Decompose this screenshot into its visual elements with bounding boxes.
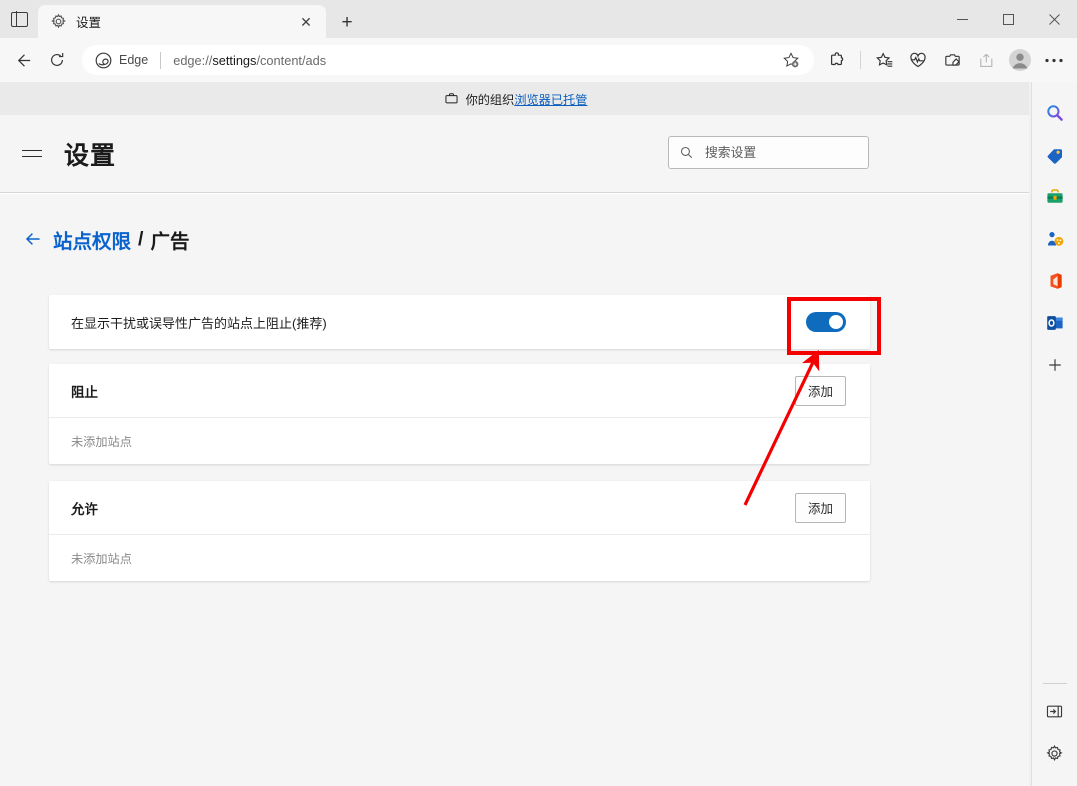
favorites-icon[interactable]: [867, 43, 901, 77]
toolbar-actions: [820, 43, 1071, 77]
expand-panel-icon[interactable]: [1035, 690, 1075, 732]
block-add-button[interactable]: 添加: [794, 375, 846, 406]
settings-content: 站点权限 / 广告 在显示干扰或误导性广告的站点上阻止(推荐) 阻止 添加 未添…: [0, 194, 1031, 786]
close-icon[interactable]: ✕: [294, 10, 318, 34]
org-notice-text: 你的组织: [465, 92, 515, 107]
discover-tag-icon[interactable]: [1035, 134, 1075, 176]
window-controls: [939, 0, 1077, 38]
breadcrumb-separator: /: [138, 227, 144, 250]
page-title: 设置: [64, 141, 117, 170]
allow-section-title: 允许: [71, 501, 98, 517]
settings-header: 设置: [0, 115, 1031, 193]
tab-strip: 设置 ✕ +: [0, 0, 1077, 38]
org-notice-link[interactable]: 浏览器已托管: [514, 90, 587, 108]
outlook-icon[interactable]: [1035, 302, 1075, 344]
browser-toolbar: Edge edge://settings/content/ads: [0, 38, 1077, 82]
ads-block-toggle[interactable]: [806, 312, 846, 332]
profile-avatar[interactable]: [1003, 43, 1037, 77]
share-icon: [969, 43, 1003, 77]
breadcrumb: 站点权限 / 广告: [18, 224, 189, 254]
search-icon[interactable]: [1035, 92, 1075, 134]
vertical-tabs-icon[interactable]: [0, 0, 38, 38]
block-section-title: 阻止: [71, 384, 98, 400]
close-icon[interactable]: [1031, 0, 1077, 38]
web-capture-icon[interactable]: [935, 43, 969, 77]
maximize-icon[interactable]: [985, 0, 1031, 38]
address-bar-url: edge://settings/content/ads: [173, 52, 327, 68]
search-input[interactable]: [705, 145, 858, 160]
org-managed-notice: 你的组织 浏览器已托管: [0, 82, 1031, 115]
collections-icon[interactable]: [901, 43, 935, 77]
address-bar[interactable]: Edge edge://settings/content/ads: [82, 45, 814, 75]
edge-logo-icon: [95, 52, 112, 69]
add-favorite-icon[interactable]: [778, 47, 804, 73]
ads-block-toggle-label: 在显示干扰或误导性广告的站点上阻止(推荐): [71, 315, 327, 331]
allow-add-button[interactable]: 添加: [794, 492, 846, 523]
ads-block-toggle-row[interactable]: 在显示干扰或误导性广告的站点上阻止(推荐): [49, 295, 870, 349]
briefcase-icon: [444, 91, 459, 106]
minimize-icon[interactable]: [939, 0, 985, 38]
allow-empty-row: 未添加站点: [49, 535, 870, 580]
refresh-icon[interactable]: [40, 43, 74, 77]
tab-title: 设置: [76, 16, 102, 30]
block-section-card: 阻止 添加 未添加站点: [49, 364, 870, 464]
tools-toolbox-icon[interactable]: [1035, 176, 1075, 218]
office-icon[interactable]: [1035, 260, 1075, 302]
allow-section-card: 允许 添加 未添加站点: [49, 481, 870, 581]
browser-window: 设置 ✕ + Edge edge://settings/content/ads …: [0, 0, 1077, 786]
browser-tab-settings[interactable]: 设置 ✕: [38, 5, 326, 38]
back-icon[interactable]: [6, 43, 40, 77]
breadcrumb-current: 广告: [150, 230, 190, 253]
allow-empty-text: 未添加站点: [71, 551, 132, 566]
breadcrumb-parent-link[interactable]: 站点权限: [53, 225, 131, 254]
search-icon: [679, 145, 694, 160]
allow-section-header: 允许 添加: [49, 481, 870, 535]
more-options-icon[interactable]: [1037, 43, 1071, 77]
extensions-icon[interactable]: [820, 43, 854, 77]
gear-icon: [50, 13, 67, 30]
block-empty-text: 未添加站点: [71, 434, 132, 449]
edge-sidebar: [1031, 82, 1077, 786]
search-settings-box[interactable]: [668, 136, 869, 169]
games-icon[interactable]: [1035, 218, 1075, 260]
block-empty-row: 未添加站点: [49, 418, 870, 463]
toolbar-divider: [860, 51, 861, 69]
gear-icon[interactable]: [1035, 732, 1075, 774]
new-tab-button[interactable]: +: [330, 8, 364, 38]
edge-label: Edge: [119, 53, 149, 67]
settings-menu-icon[interactable]: [22, 141, 48, 167]
back-arrow-icon[interactable]: [18, 224, 48, 254]
block-section-header: 阻止 添加: [49, 364, 870, 418]
sidebar-divider: [1042, 683, 1067, 684]
add-icon[interactable]: [1035, 344, 1075, 386]
omnibox-divider: [160, 51, 162, 69]
ads-block-toggle-card: 在显示干扰或误导性广告的站点上阻止(推荐): [49, 295, 870, 349]
